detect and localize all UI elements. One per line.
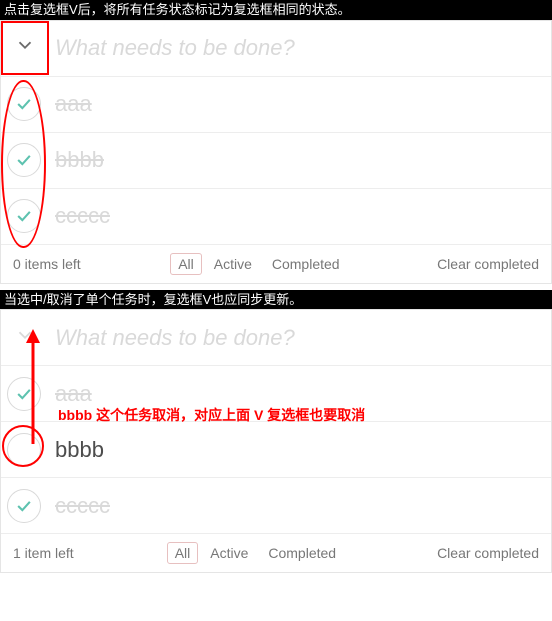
list-item: aaa xyxy=(1,77,551,133)
header-row xyxy=(1,21,551,77)
todo-app-2: aaa bbbb ccccc 1 item left All Active Co… xyxy=(0,309,552,573)
todo-app-1: aaa bbbb ccccc 0 items left All Active C… xyxy=(0,20,552,284)
filter-active[interactable]: Active xyxy=(206,253,260,275)
list-item: bbbb xyxy=(1,422,551,478)
chevron-down-icon xyxy=(14,324,36,352)
todo-label: aaa xyxy=(55,381,92,407)
toggle-all-button[interactable] xyxy=(1,324,49,352)
clear-completed-button[interactable]: Clear completed xyxy=(437,545,539,561)
new-todo-input[interactable] xyxy=(49,29,551,67)
filter-completed[interactable]: Completed xyxy=(260,542,344,564)
list-item: ccccc xyxy=(1,478,551,534)
todo-list: aaa bbbb ccccc xyxy=(1,77,551,245)
filter-group: All Active Completed xyxy=(170,253,347,275)
footer: 1 item left All Active Completed Clear c… xyxy=(1,534,551,572)
toggle-all-button[interactable] xyxy=(1,34,49,62)
todo-checkbox[interactable] xyxy=(7,143,41,177)
todo-checkbox[interactable] xyxy=(7,433,41,467)
list-item: ccccc xyxy=(1,189,551,245)
todo-label: aaa xyxy=(55,91,92,117)
count-label: 0 items left xyxy=(13,256,81,272)
todo-label: bbbb xyxy=(55,437,104,463)
new-todo-input[interactable] xyxy=(49,319,551,357)
todo-label: ccccc xyxy=(55,493,110,519)
caption-bottom: 当选中/取消了单个任务时，复选框V也应同步更新。 xyxy=(0,290,552,310)
chevron-down-icon xyxy=(14,34,36,62)
filter-group: All Active Completed xyxy=(167,542,344,564)
filter-active[interactable]: Active xyxy=(202,542,256,564)
todo-label: ccccc xyxy=(55,203,110,229)
filter-completed[interactable]: Completed xyxy=(264,253,348,275)
count-label: 1 item left xyxy=(13,545,74,561)
todo-label: bbbb xyxy=(55,147,104,173)
annotation-note: bbbb 这个任务取消，对应上面 V 复选框也要取消 xyxy=(58,405,365,425)
clear-completed-button[interactable]: Clear completed xyxy=(437,256,539,272)
todo-checkbox[interactable] xyxy=(7,377,41,411)
footer: 0 items left All Active Completed Clear … xyxy=(1,245,551,283)
todo-checkbox[interactable] xyxy=(7,87,41,121)
caption-top: 点击复选框V后，将所有任务状态标记为复选框相同的状态。 xyxy=(0,0,552,20)
todo-checkbox[interactable] xyxy=(7,199,41,233)
todo-list: aaa bbbb ccccc xyxy=(1,366,551,534)
filter-all[interactable]: All xyxy=(167,542,199,564)
list-item: bbbb xyxy=(1,133,551,189)
header-row xyxy=(1,310,551,366)
todo-checkbox[interactable] xyxy=(7,489,41,523)
filter-all[interactable]: All xyxy=(170,253,202,275)
